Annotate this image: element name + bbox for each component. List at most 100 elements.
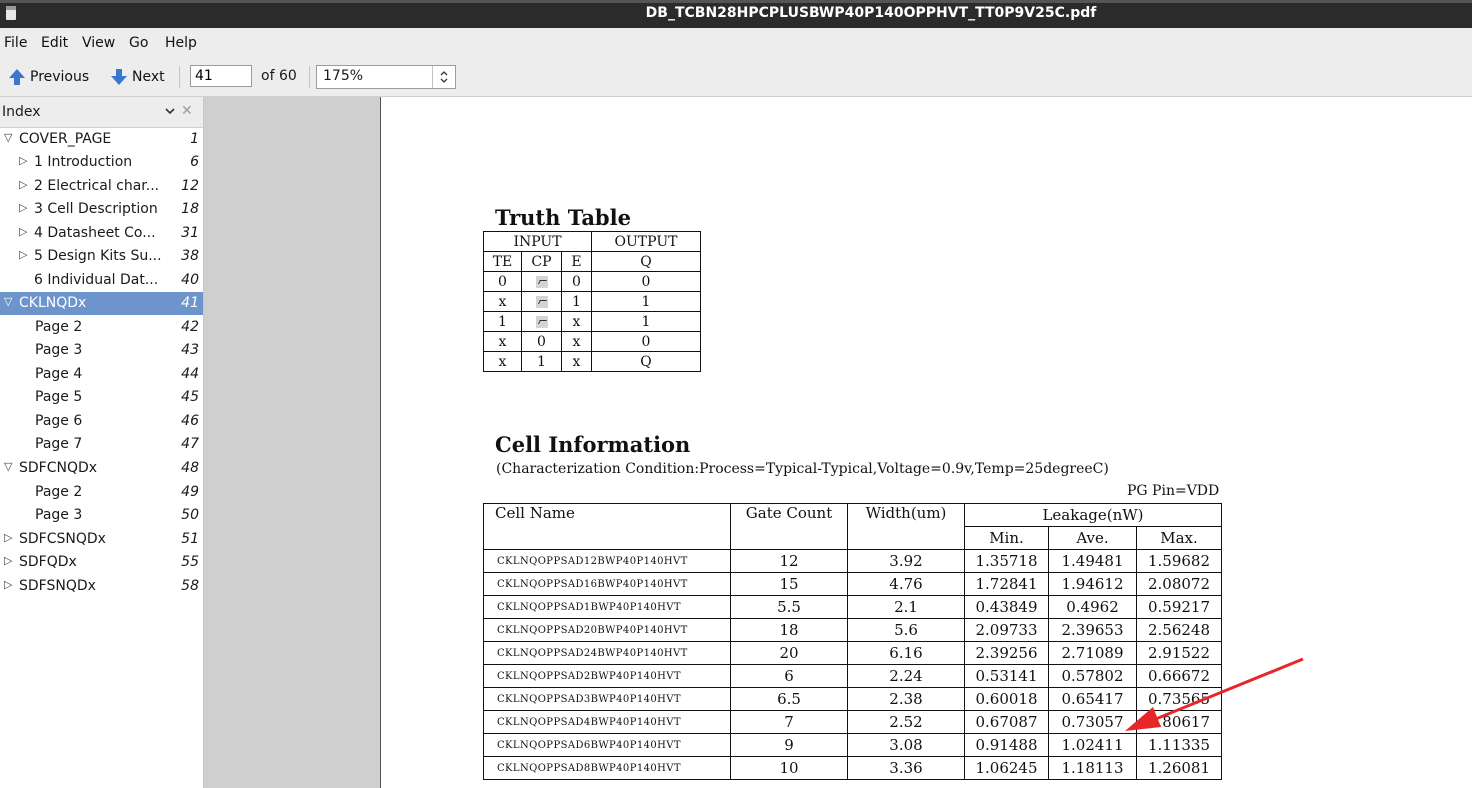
document-gutter	[204, 97, 380, 788]
index-item-sdfcnqdx[interactable]: ▽ SDFCNQDx 48	[0, 457, 203, 480]
index-item-page: 44	[181, 366, 199, 382]
index-item-label: 6 Individual Dat...	[34, 272, 159, 288]
chevron-down-icon[interactable]	[164, 105, 176, 117]
expand-icon[interactable]: ▷	[19, 225, 27, 238]
index-item-individual-data[interactable]: 6 Individual Dat... 40	[0, 269, 203, 292]
index-item-page: 38	[181, 248, 199, 264]
collapse-icon[interactable]: ▽	[4, 295, 12, 308]
index-item-label: 4 Datasheet Co...	[34, 225, 156, 241]
next-label: Next	[132, 69, 165, 85]
index-item-page-7[interactable]: Page 7 47	[0, 433, 203, 456]
index-item-page: 40	[181, 272, 199, 288]
index-sidebar: Index ✕ ▽ COVER_PAGE 1 ▷ 1 Introduction …	[0, 97, 204, 788]
previous-label: Previous	[30, 69, 90, 85]
index-item-page: 51	[181, 531, 199, 547]
index-item-page: 45	[181, 389, 199, 405]
title-bar: DB_TCBN28HPCPLUSBWP40P140OPPHVT_TT0P9V25…	[0, 0, 1472, 28]
annotation-arrow-icon	[1125, 657, 1304, 731]
index-item-electrical[interactable]: ▷ 2 Electrical char... 12	[0, 175, 203, 198]
menu-file[interactable]: File	[4, 35, 27, 51]
tab-strip	[0, 0, 1472, 3]
collapse-icon[interactable]: ▽	[4, 460, 12, 473]
toolbar-separator	[179, 66, 180, 88]
index-item-page-2[interactable]: Page 2 42	[0, 316, 203, 339]
index-item-page: 31	[181, 225, 199, 241]
index-item-page: 50	[181, 507, 199, 523]
expand-icon[interactable]: ▷	[4, 554, 12, 567]
page-count-label: of 60	[261, 68, 297, 84]
zoom-dropdown-toggle[interactable]	[432, 66, 455, 88]
sidebar-header: Index ✕	[0, 97, 203, 128]
index-item-page-5[interactable]: Page 5 45	[0, 386, 203, 409]
index-item-design-kits[interactable]: ▷ 5 Design Kits Su... 38	[0, 245, 203, 268]
index-item-label: Page 2	[35, 319, 83, 335]
index-item-label: Page 2	[35, 484, 83, 500]
index-item-label: SDFQDx	[19, 554, 77, 570]
window-title: DB_TCBN28HPCPLUSBWP40P140OPPHVT_TT0P9V25…	[645, 5, 1097, 21]
expand-icon[interactable]: ▷	[19, 178, 27, 191]
expand-icon[interactable]: ▷	[19, 154, 27, 167]
index-item-label: Page 7	[35, 436, 83, 452]
menu-edit[interactable]: Edit	[41, 35, 68, 51]
index-item-label: SDFCSNQDx	[19, 531, 106, 547]
index-item-page-6[interactable]: Page 6 46	[0, 410, 203, 433]
index-item-label: 2 Electrical char...	[34, 178, 160, 194]
index-item-sdfsnqdx[interactable]: ▷ SDFSNQDx 58	[0, 575, 203, 598]
index-item-page: 1	[190, 131, 199, 147]
menu-bar: File Edit View Go Help	[0, 28, 1472, 58]
index-item-label: Page 6	[35, 413, 83, 429]
index-item-cell-description[interactable]: ▷ 3 Cell Description 18	[0, 198, 203, 221]
index-item-page-4[interactable]: Page 4 44	[0, 363, 203, 386]
index-item-page-3[interactable]: Page 3 43	[0, 339, 203, 362]
index-item-page: 49	[181, 484, 199, 500]
menu-help[interactable]: Help	[165, 35, 197, 51]
index-item-page: 18	[181, 201, 199, 217]
index-item-page: 41	[181, 295, 199, 311]
index-item-label: Page 3	[35, 342, 83, 358]
expand-icon[interactable]: ▷	[4, 578, 12, 591]
index-item-label: Page 4	[35, 366, 83, 382]
index-item-label: Page 3	[35, 507, 83, 523]
index-item-cover-page[interactable]: ▽ COVER_PAGE 1	[0, 128, 203, 151]
menu-view[interactable]: View	[82, 35, 115, 51]
index-item-introduction[interactable]: ▷ 1 Introduction 6	[0, 151, 203, 174]
index-item-label: CKLNQDx	[19, 295, 87, 311]
index-item-label: SDFSNQDx	[19, 578, 96, 594]
pdf-page[interactable]: Truth Table INPUT OUTPUT TE CP E Q 0 0 0…	[381, 97, 1472, 788]
index-item-page: 6	[190, 154, 199, 170]
zoom-select[interactable]: 175%	[316, 65, 456, 89]
index-item-sdfcsnqdx[interactable]: ▷ SDFCSNQDx 51	[0, 528, 203, 551]
sidebar-title: Index	[2, 104, 41, 120]
zoom-value: 175%	[323, 68, 364, 84]
index-item-page: 43	[181, 342, 199, 358]
index-item-page-2[interactable]: Page 2 49	[0, 481, 203, 504]
index-item-page-3[interactable]: Page 3 50	[0, 504, 203, 527]
index-item-page: 48	[181, 460, 199, 476]
index-item-page: 55	[181, 554, 199, 570]
expand-icon[interactable]: ▷	[19, 201, 27, 214]
index-item-page: 58	[181, 578, 199, 594]
index-item-sdfqdx[interactable]: ▷ SDFQDx 55	[0, 551, 203, 574]
expand-icon[interactable]: ▷	[19, 248, 27, 261]
toolbar: Previous Next of 60 175%	[0, 58, 1472, 97]
page-number-input[interactable]	[190, 65, 252, 87]
expand-icon[interactable]: ▷	[4, 531, 12, 544]
index-item-page: 46	[181, 413, 199, 429]
index-item-page: 12	[181, 178, 199, 194]
index-item-page: 47	[181, 436, 199, 452]
toolbar-separator	[309, 66, 310, 88]
previous-button[interactable]: Previous	[8, 67, 89, 87]
index-item-datasheet[interactable]: ▷ 4 Datasheet Co... 31	[0, 222, 203, 245]
index-item-cklnqdx[interactable]: ▽ CKLNQDx 41	[0, 292, 203, 315]
index-item-label: 1 Introduction	[34, 154, 133, 170]
up-arrow-icon	[9, 69, 25, 85]
updown-chevron-icon	[440, 71, 448, 83]
close-icon[interactable]: ✕	[181, 103, 193, 119]
menu-go[interactable]: Go	[129, 35, 148, 51]
index-item-label: COVER_PAGE	[19, 131, 112, 147]
index-item-page: 42	[181, 319, 199, 335]
index-item-label: Page 5	[35, 389, 83, 405]
next-button[interactable]: Next	[110, 67, 165, 87]
index-item-label: 5 Design Kits Su...	[34, 248, 162, 264]
collapse-icon[interactable]: ▽	[4, 131, 12, 144]
